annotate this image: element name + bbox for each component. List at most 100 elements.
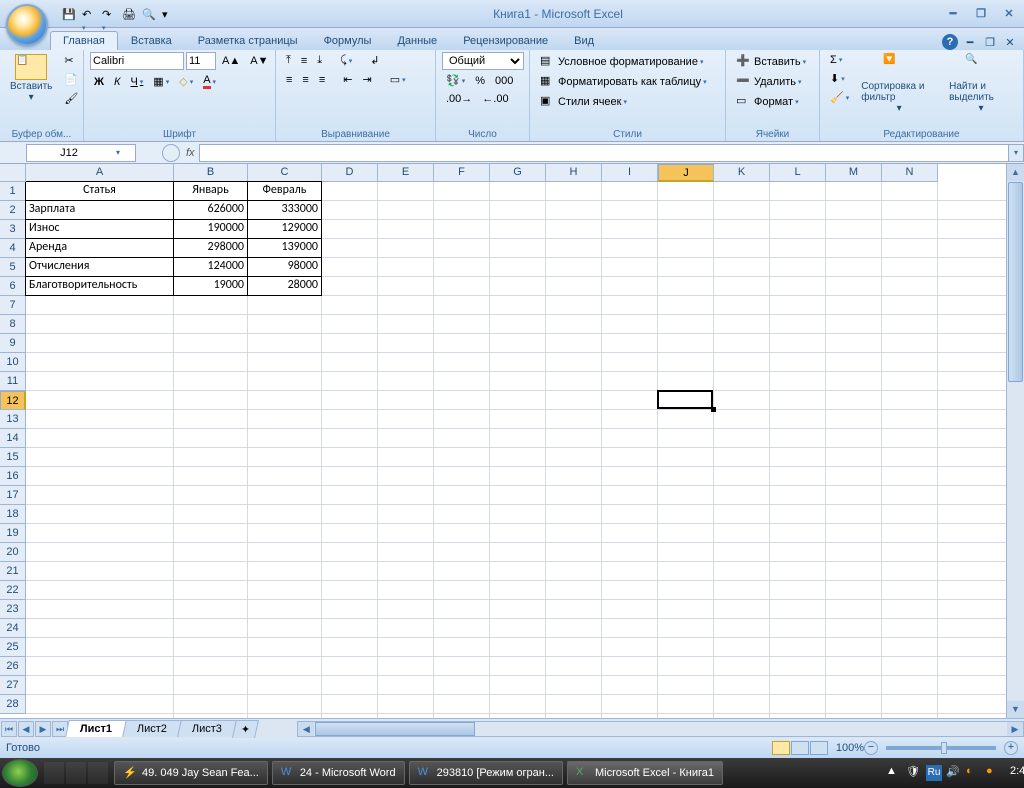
column-header-N[interactable]: N [882,164,938,182]
sheet-tab-2[interactable]: Лист2 [122,720,182,737]
underline-button[interactable]: Ч▾ [126,74,147,90]
expand-formula-bar-icon[interactable]: ▾ [1008,144,1024,162]
format-painter-icon[interactable]: 🖌 [60,90,82,107]
task-item-3[interactable]: W293810 [Режим огран... [409,761,563,785]
cell-C2[interactable]: 333000 [248,201,321,220]
cell-B2[interactable]: 626000 [174,201,247,220]
number-format-select[interactable]: Общий [442,52,524,70]
increase-decimal-icon[interactable]: .00→ [442,91,476,107]
cell-A1[interactable]: Статья [26,182,173,201]
cell-B5[interactable]: 124000 [174,258,247,277]
autosum-icon[interactable]: Σ▾ [826,52,853,68]
copy-icon[interactable]: 📄 [60,71,82,88]
first-sheet-icon[interactable]: ⏮ [1,721,17,737]
undo-icon[interactable]: ↶▾ [78,6,94,22]
cell-B3[interactable]: 190000 [174,220,247,239]
zoom-level[interactable]: 100% [836,742,864,754]
row-header-19[interactable]: 19 [0,524,26,543]
qat-dropdown-icon[interactable]: ▾ [158,6,174,22]
page-break-view-icon[interactable] [810,741,828,755]
row-header-26[interactable]: 26 [0,657,26,676]
cell-C4[interactable]: 139000 [248,239,321,258]
name-box[interactable] [27,147,111,159]
ql-desktop-icon[interactable] [66,762,86,784]
task-item-1[interactable]: ⚡49. 049 Jay Sean Fea... [114,761,268,785]
merge-cells-icon[interactable]: ▭▾ [386,71,410,88]
column-header-J[interactable]: J [658,164,714,182]
column-header-B[interactable]: B [174,164,248,182]
row-header-14[interactable]: 14 [0,429,26,448]
font-name-input[interactable] [90,52,184,70]
column-header-C[interactable]: C [248,164,322,182]
tab-review[interactable]: Рецензирование [450,31,561,50]
row-header-16[interactable]: 16 [0,467,26,486]
scroll-left-icon[interactable]: ◀ [298,722,314,736]
cell-B4[interactable]: 298000 [174,239,247,258]
row-header-10[interactable]: 10 [0,353,26,372]
insert-cells-button[interactable]: ➕Вставить▾ [732,52,810,72]
office-button[interactable] [6,4,48,46]
cell-C5[interactable]: 98000 [248,258,321,277]
column-header-F[interactable]: F [434,164,490,182]
mdi-minimize-icon[interactable]: ━ [962,34,978,50]
sort-filter-button[interactable]: 🔽 Сортировка и фильтр▾ [857,52,941,116]
zoom-slider[interactable] [886,746,996,750]
align-left-icon[interactable]: ≡ [282,72,296,88]
border-button[interactable]: ▦▾ [149,73,173,90]
help-icon[interactable]: ? [942,34,958,50]
row-header-9[interactable]: 9 [0,334,26,353]
sheet-tab-1[interactable]: Лист1 [65,720,127,737]
vscroll-thumb[interactable] [1008,182,1023,382]
cell-A5[interactable]: Отчисления [26,258,173,277]
paste-button[interactable]: 📋 Вставить ▾ [6,52,56,105]
save-icon[interactable]: 💾 [58,6,74,22]
find-select-button[interactable]: 🔍 Найти и выделить▾ [945,52,1017,116]
column-header-G[interactable]: G [490,164,546,182]
language-indicator[interactable]: Ru [926,765,942,781]
column-header-K[interactable]: K [714,164,770,182]
decrease-decimal-icon[interactable]: ←.00 [478,91,512,107]
cell-A3[interactable]: Износ [26,220,173,239]
zoom-in-button[interactable]: + [1004,741,1018,755]
page-layout-view-icon[interactable] [791,741,809,755]
ql-ie-icon[interactable] [44,762,64,784]
select-all-corner[interactable] [0,164,26,182]
row-header-3[interactable]: 3 [0,220,26,239]
format-as-table-button[interactable]: ▦Форматировать как таблицу▾ [536,72,711,92]
column-header-I[interactable]: I [602,164,658,182]
cell-B1[interactable]: Январь [174,182,247,201]
row-header-28[interactable]: 28 [0,695,26,714]
format-cells-button[interactable]: ▭Формат▾ [732,92,803,112]
column-header-L[interactable]: L [770,164,826,182]
row-header-6[interactable]: 6 [0,277,26,296]
clock[interactable]: 2:44 [1006,765,1022,781]
mdi-close-icon[interactable]: ✕ [1002,34,1018,50]
zoom-out-button[interactable]: − [864,741,878,755]
tab-data[interactable]: Данные [384,31,450,50]
spreadsheet-grid[interactable]: ABCDEFGHIJKLMN 1234567891011121314151617… [0,164,1024,718]
align-center-icon[interactable]: ≡ [298,72,312,88]
hscroll-thumb[interactable] [315,722,475,736]
cell-styles-button[interactable]: ▣Стили ячеек▾ [536,92,631,112]
conditional-formatting-button[interactable]: ▤Условное форматирование▾ [536,52,707,72]
decrease-indent-icon[interactable]: ⇤ [339,71,356,88]
tab-view[interactable]: Вид [561,31,607,50]
fill-color-button[interactable]: ◇▾ [175,73,197,90]
row-header-8[interactable]: 8 [0,315,26,334]
scroll-right-icon[interactable]: ▶ [1007,722,1023,736]
row-header-4[interactable]: 4 [0,239,26,258]
task-item-4[interactable]: XMicrosoft Excel - Книга1 [567,761,723,785]
ql-explorer-icon[interactable] [88,762,108,784]
align-right-icon[interactable]: ≡ [315,72,329,88]
bold-button[interactable]: Ж [90,74,108,90]
fill-icon[interactable]: ⬇▾ [826,70,853,87]
minimize-button[interactable]: ━ [942,5,964,23]
horizontal-scrollbar[interactable]: ◀ ▶ [297,721,1024,737]
fx-icon[interactable]: fx [186,147,195,159]
new-sheet-button[interactable]: ✦ [232,720,259,738]
maximize-button[interactable]: ❐ [970,5,992,23]
vertical-scrollbar[interactable]: ▲ ▼ [1006,164,1024,718]
orientation-icon[interactable]: ⤹▾ [336,52,356,69]
print-icon[interactable]: 🖨 [118,6,134,22]
scroll-up-icon[interactable]: ▲ [1007,164,1024,181]
